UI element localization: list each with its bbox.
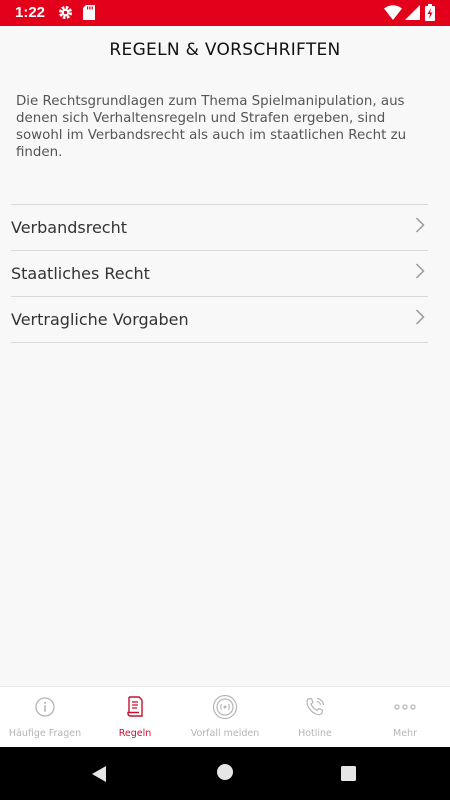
home-icon[interactable] bbox=[217, 764, 233, 784]
status-bar: 1:22 bbox=[0, 0, 450, 26]
battery-charging-icon bbox=[425, 4, 435, 25]
tab-label: Hotline bbox=[298, 728, 332, 739]
document-icon bbox=[123, 695, 147, 719]
phone-icon bbox=[303, 695, 327, 719]
chevron-right-icon bbox=[415, 217, 425, 237]
tab-vorfall-melden[interactable]: Vorfall melden bbox=[180, 687, 270, 748]
info-icon bbox=[33, 695, 57, 719]
report-icon bbox=[212, 694, 238, 720]
menu-item-verbandsrecht[interactable]: Verbandsrecht bbox=[11, 205, 428, 251]
tab-haeufige-fragen[interactable]: Häufige Fragen bbox=[0, 687, 90, 748]
menu-item-label: Staatliches Recht bbox=[11, 264, 150, 283]
more-icon bbox=[393, 695, 417, 719]
back-icon[interactable] bbox=[91, 765, 107, 787]
tab-mehr[interactable]: Mehr bbox=[360, 687, 450, 748]
sd-card-icon bbox=[83, 5, 95, 24]
rules-menu-list: Verbandsrecht Staatliches Recht Vertragl… bbox=[11, 204, 428, 343]
tab-label: Häufige Fragen bbox=[8, 728, 82, 739]
recent-apps-icon[interactable] bbox=[341, 766, 356, 785]
menu-item-staatliches-recht[interactable]: Staatliches Recht bbox=[11, 251, 428, 297]
status-time: 1:22 bbox=[15, 4, 46, 21]
tab-label: Regeln bbox=[118, 728, 152, 739]
bottom-tab-bar: Häufige Fragen Regeln Vorfall melden Hot… bbox=[0, 686, 450, 748]
chevron-right-icon bbox=[415, 263, 425, 283]
page-title: REGELN & VORSCHRIFTEN bbox=[109, 40, 341, 60]
intro-text: Die Rechtsgrundlagen zum Thema Spielmani… bbox=[16, 94, 407, 160]
menu-item-vertragliche-vorgaben[interactable]: Vertragliche Vorgaben bbox=[11, 297, 428, 343]
wifi-icon bbox=[384, 5, 402, 24]
cell-signal-icon bbox=[405, 5, 420, 24]
tab-label: Mehr bbox=[393, 728, 417, 739]
chevron-right-icon bbox=[415, 309, 425, 329]
tab-label: Vorfall melden bbox=[190, 728, 260, 739]
menu-item-label: Verbandsrecht bbox=[11, 218, 127, 237]
settings-gear-icon bbox=[58, 5, 73, 24]
system-navigation-bar bbox=[0, 747, 450, 800]
tab-hotline[interactable]: Hotline bbox=[270, 687, 360, 748]
menu-item-label: Vertragliche Vorgaben bbox=[11, 310, 189, 329]
tab-regeln[interactable]: Regeln bbox=[90, 687, 180, 748]
